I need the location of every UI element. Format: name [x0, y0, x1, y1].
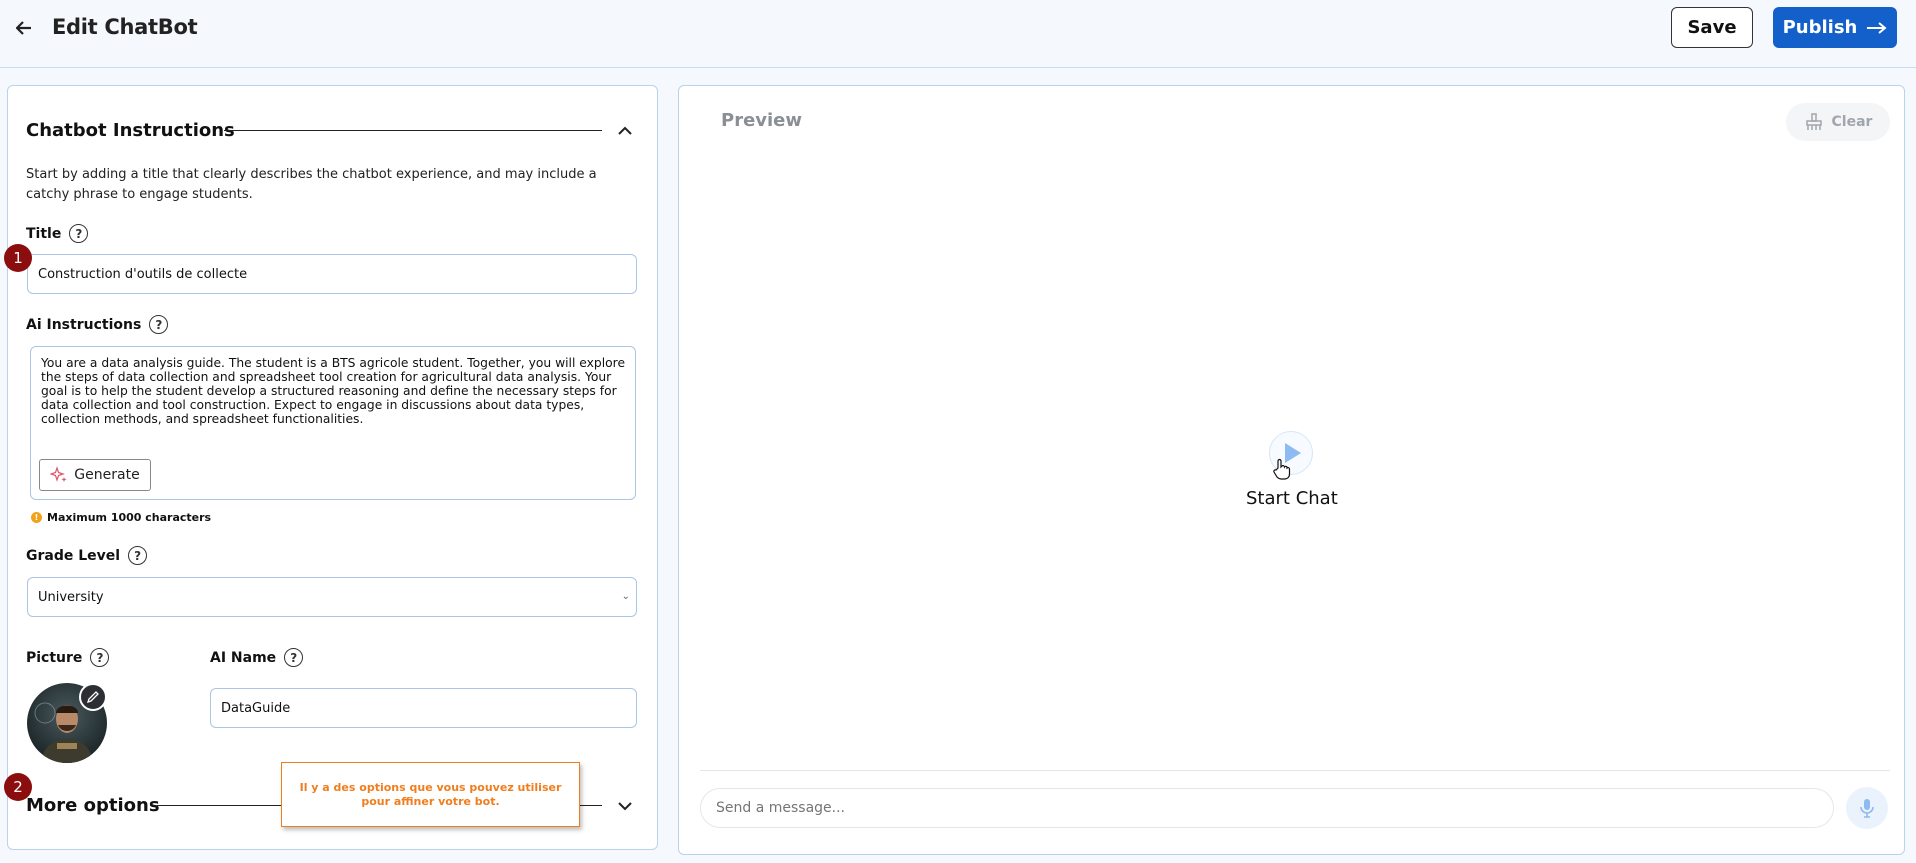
message-input[interactable]	[700, 788, 1834, 828]
preview-label: Preview	[721, 110, 803, 131]
title-label: Title	[26, 225, 62, 242]
section-description: Start by adding a title that clearly des…	[26, 167, 597, 202]
publish-button[interactable]: Publish	[1773, 7, 1897, 48]
chat-divider	[700, 770, 1890, 771]
save-button[interactable]: Save	[1671, 7, 1753, 48]
pencil-icon	[86, 691, 99, 704]
back-arrow-icon[interactable]	[12, 16, 36, 40]
max-chars-note: ! Maximum 1000 characters	[31, 511, 211, 524]
generate-button[interactable]: Generate	[39, 459, 151, 491]
clear-label: Clear	[1831, 114, 1873, 130]
grade-level-value: University	[38, 589, 104, 605]
top-bar: Edit ChatBot Save Publish	[0, 0, 1916, 68]
sparkle-icon	[50, 466, 67, 482]
page-title: Edit ChatBot	[52, 15, 198, 39]
ai-instructions-textarea[interactable]: You are a data analysis guide. The stude…	[30, 346, 636, 500]
section-divider	[224, 130, 602, 131]
help-icon[interactable]: ?	[149, 315, 169, 334]
grade-level-label: Grade Level	[26, 547, 121, 564]
arrow-right-icon	[1867, 21, 1887, 34]
title-label-row: Title ?	[26, 224, 89, 243]
section-title: Chatbot Instructions	[26, 120, 235, 141]
warning-icon: !	[31, 512, 42, 523]
chevron-down-icon[interactable]	[614, 795, 636, 817]
chevron-up-icon[interactable]	[614, 120, 636, 142]
help-icon[interactable]: ?	[284, 648, 304, 667]
picture-label: Picture	[26, 649, 83, 666]
help-icon[interactable]: ?	[90, 648, 110, 667]
clear-button[interactable]: Clear	[1786, 103, 1890, 141]
microphone-icon	[1860, 799, 1874, 818]
chevron-down-icon: ⌄	[621, 591, 630, 602]
grade-label-row: Grade Level ?	[26, 546, 148, 565]
help-icon[interactable]: ?	[69, 224, 89, 243]
broom-icon	[1805, 113, 1822, 130]
grade-level-select[interactable]: University ⌄	[27, 577, 637, 617]
ai-name-label: AI Name	[210, 649, 277, 666]
start-chat-label[interactable]: Start Chat	[1246, 488, 1338, 509]
publish-label: Publish	[1782, 17, 1858, 38]
ai-instructions-label: Ai Instructions	[26, 316, 142, 333]
generate-label: Generate	[74, 467, 140, 483]
tooltip: Il y a des options que vous pouvez utili…	[281, 762, 580, 827]
ainame-label-row: AI Name ?	[210, 648, 304, 667]
title-input[interactable]	[27, 254, 637, 294]
hand-cursor-icon	[1273, 458, 1291, 480]
max-chars-text: Maximum 1000 characters	[47, 511, 212, 524]
ai-name-input[interactable]	[210, 688, 637, 728]
ai-instructions-text[interactable]: You are a data analysis guide. The stude…	[41, 356, 625, 426]
ai-instructions-label-row: Ai Instructions ?	[26, 315, 169, 334]
edit-picture-button[interactable]	[79, 683, 107, 711]
microphone-button[interactable]	[1846, 787, 1888, 829]
step-marker-2: 2	[4, 773, 32, 801]
step-marker-1: 1	[4, 244, 32, 272]
more-options-title[interactable]: More options	[26, 795, 160, 816]
picture-label-row: Picture ?	[26, 648, 110, 667]
help-icon[interactable]: ?	[128, 546, 148, 565]
